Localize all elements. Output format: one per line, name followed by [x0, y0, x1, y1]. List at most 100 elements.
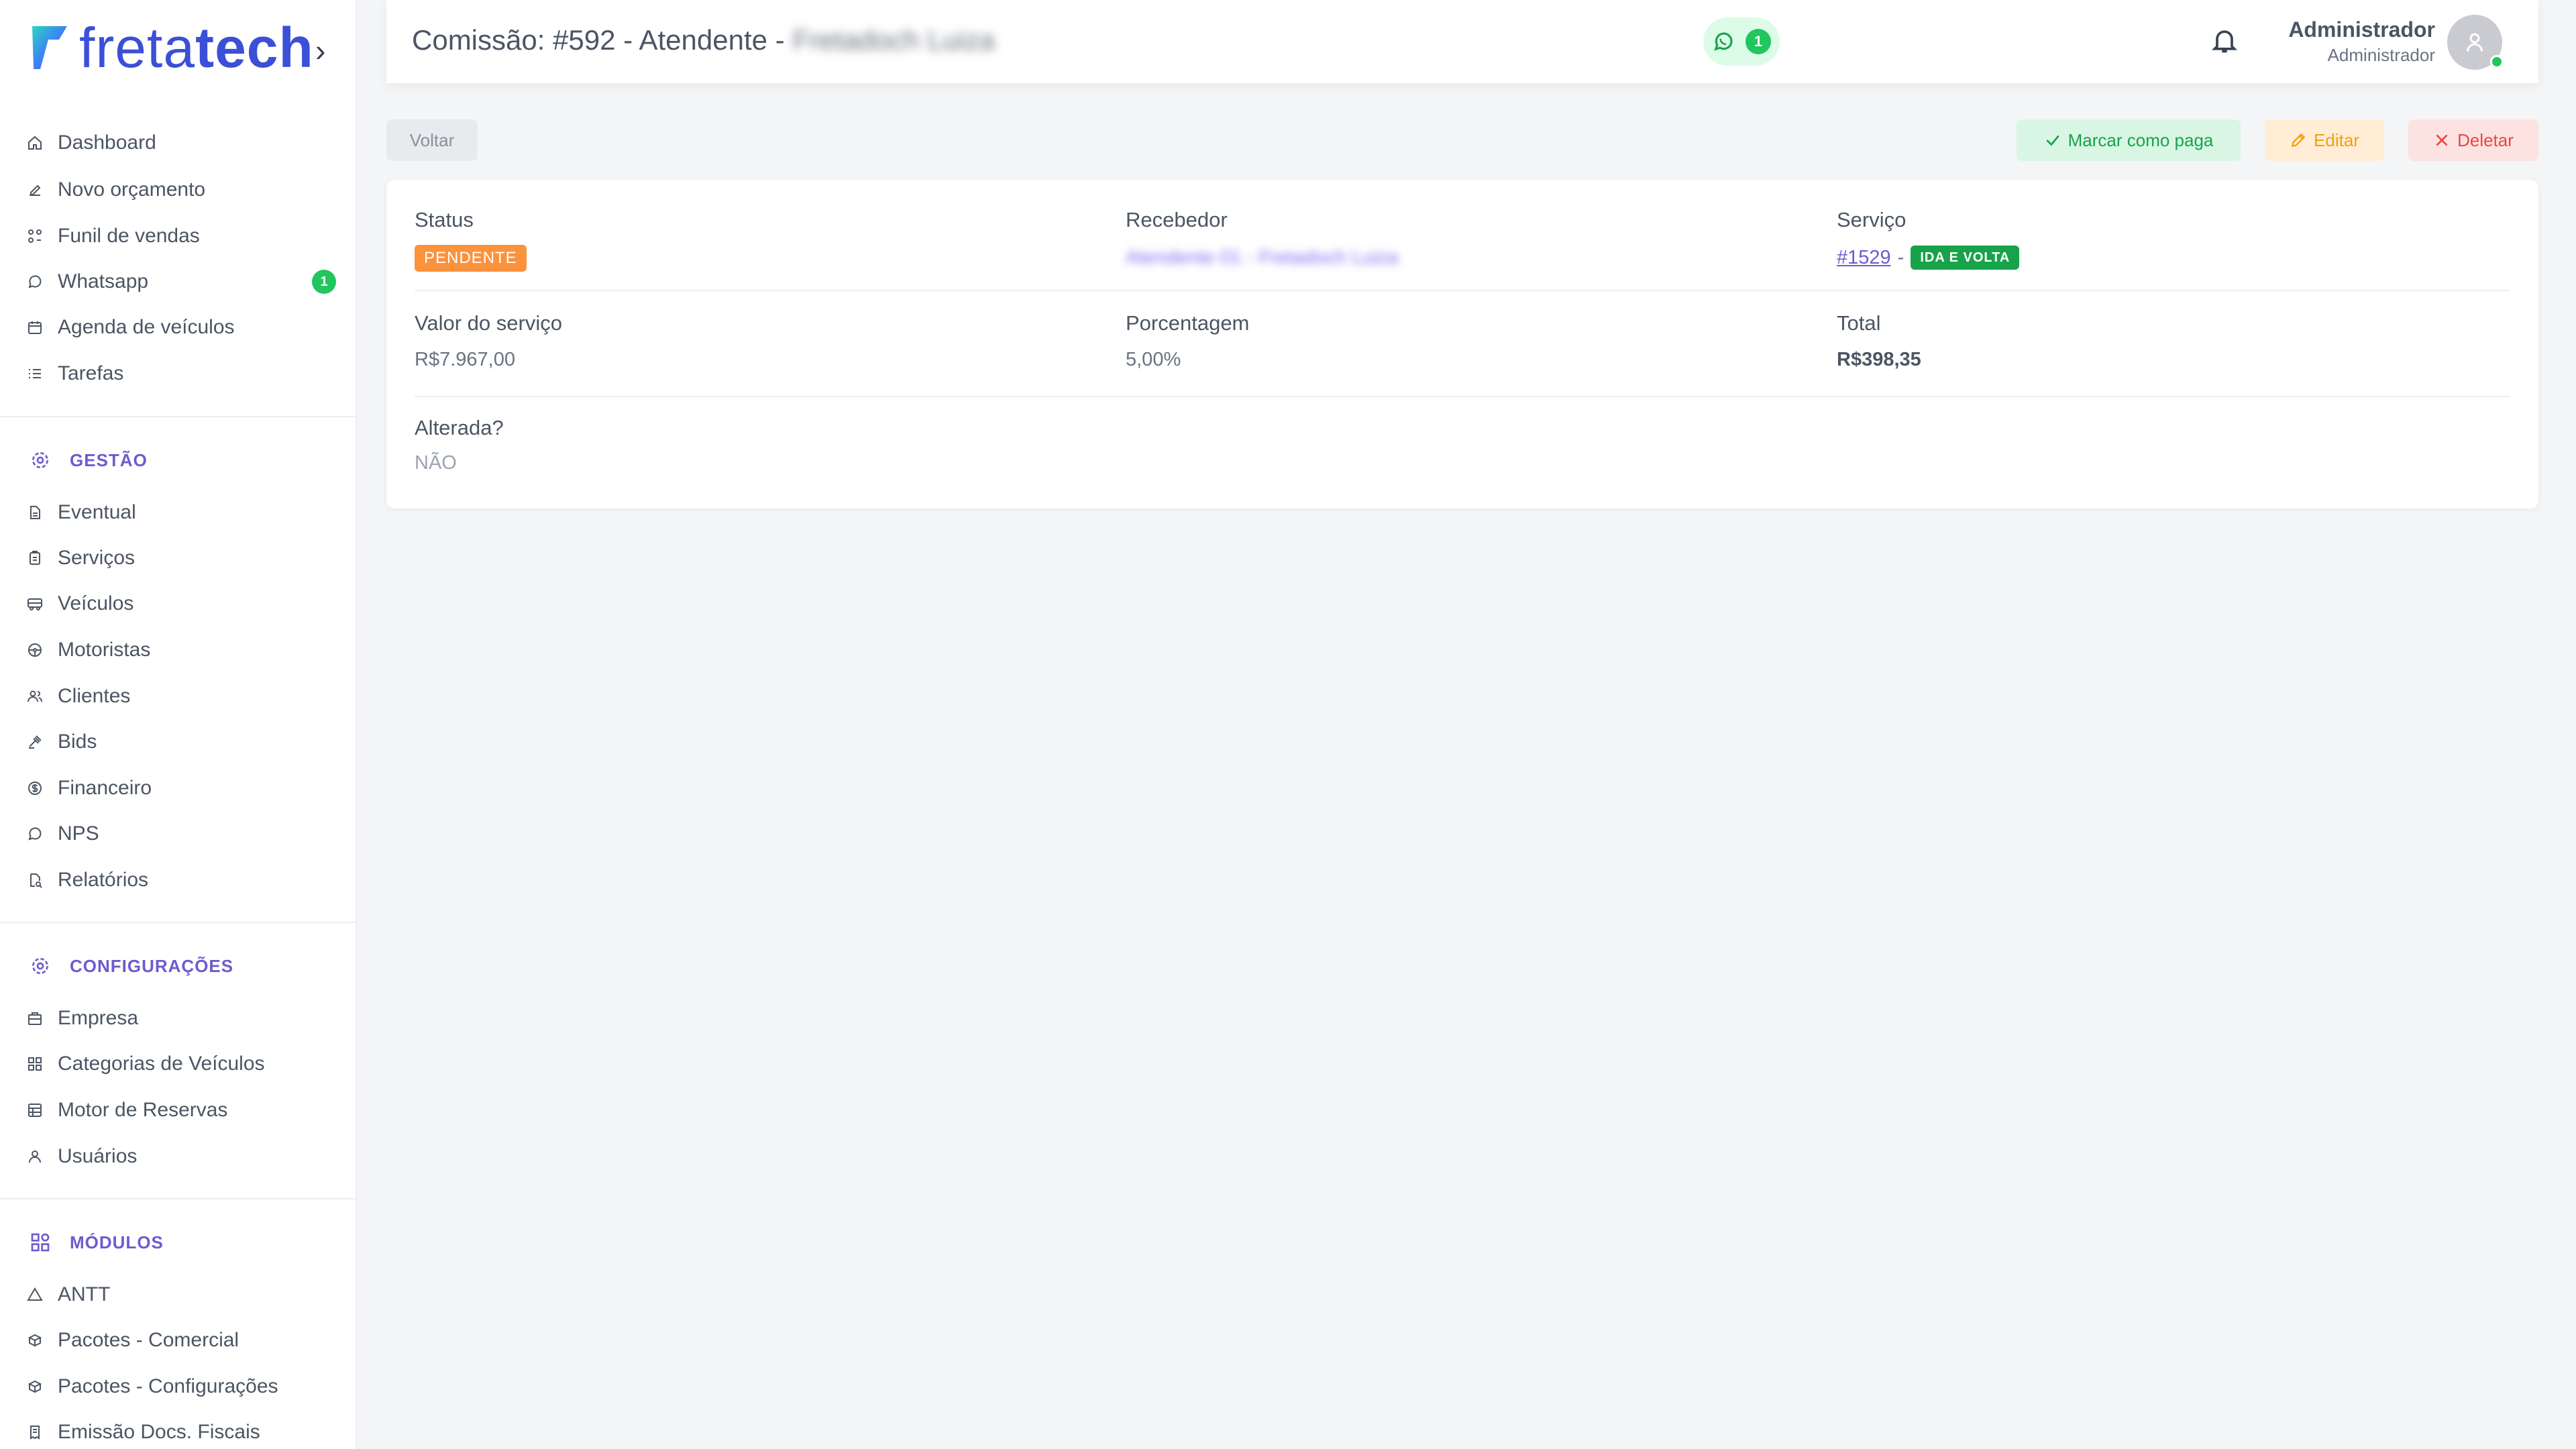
sidebar-item-servicos[interactable]: Serviços	[27, 541, 135, 576]
whatsapp-unread-badge: 1	[312, 270, 336, 294]
section-config-header: CONFIGURAÇÕES	[30, 951, 233, 981]
sidebar-item-tarefas[interactable]: Tarefas	[27, 356, 123, 391]
report-icon	[27, 872, 43, 888]
bell-icon[interactable]	[2210, 25, 2239, 55]
funnel-icon	[27, 228, 43, 244]
top-header: Comissão: #592 - Atendente - Fretadoch Lu…	[386, 0, 2538, 83]
steering-wheel-icon	[27, 642, 43, 658]
sidebar-item-financeiro[interactable]: Financeiro	[27, 771, 152, 806]
service-link[interactable]: #1529	[1837, 247, 1891, 269]
row-divider	[415, 290, 2510, 291]
receiver-link[interactable]: Atendente 01 - Fretadoch Luiza	[1126, 247, 1398, 269]
list-icon	[27, 366, 43, 382]
receiver-label: Recebedor	[1126, 208, 1228, 231]
invoice-icon	[27, 1424, 43, 1440]
gear-icon	[32, 452, 48, 468]
logo-text-part2: tech	[195, 16, 314, 79]
sidebar-item-label: Dashboard	[58, 131, 156, 154]
changed-label: Alterada?	[415, 416, 504, 439]
sidebar-item-novo-orcamento[interactable]: Novo orçamento	[27, 172, 205, 207]
sidebar-item-label: Novo orçamento	[58, 178, 206, 201]
home-icon	[27, 135, 43, 151]
sidebar-item-label: Veículos	[58, 592, 134, 614]
grid-icon	[27, 1056, 43, 1072]
check-icon	[2045, 135, 2059, 146]
app-logo[interactable]: fretatech	[30, 17, 314, 78]
table-icon	[27, 1102, 43, 1118]
service-label: Serviço	[1837, 208, 1907, 231]
sidebar-item-label: NPS	[58, 822, 99, 845]
modules-icon	[31, 1233, 50, 1252]
triangle-icon	[27, 1287, 43, 1303]
delete-button[interactable]: Deletar	[2408, 119, 2538, 161]
sidebar-item-label: Agenda de veículos	[58, 316, 235, 338]
user-info[interactable]: Administrador Administrador	[2288, 17, 2435, 66]
sidebar-item-nps[interactable]: NPS	[27, 816, 99, 851]
clipboard-icon	[27, 550, 43, 566]
sidebar-item-label: Emissão Docs. Fiscais	[58, 1421, 260, 1443]
back-button[interactable]: Voltar	[386, 119, 478, 161]
logo-mark-icon	[32, 26, 67, 69]
sidebar-item-agenda-de-veiculos[interactable]: Agenda de veículos	[27, 310, 235, 345]
sidebar-item-pacotes-configuracoes[interactable]: Pacotes - Configurações	[27, 1369, 278, 1404]
service-value-label: Valor do serviço	[415, 311, 562, 335]
sidebar-item-label: Serviços	[58, 547, 136, 569]
sidebar-item-funil-de-vendas[interactable]: Funil de vendas	[27, 219, 200, 254]
sidebar-item-usuarios[interactable]: Usuários	[27, 1139, 137, 1174]
close-icon	[2436, 134, 2448, 146]
status-label: Status	[415, 208, 474, 231]
sidebar-item-eventual[interactable]: Eventual	[27, 495, 136, 530]
user-avatar-icon	[2467, 33, 2483, 52]
page-title-attendant-name: Fretadoch Luiza	[792, 24, 995, 56]
row-divider	[415, 396, 2510, 397]
mark-paid-label: Marcar como paga	[2068, 129, 2214, 150]
whatsapp-notification-button[interactable]: 1	[1703, 17, 1780, 66]
sidebar-item-motoristas[interactable]: Motoristas	[27, 633, 150, 667]
sidebar-item-whatsapp[interactable]: Whatsapp	[27, 264, 148, 299]
sidebar-item-label: Eventual	[58, 501, 136, 523]
package-settings-icon	[27, 1379, 43, 1395]
dollar-icon	[27, 780, 43, 796]
service-separator: -	[1897, 246, 1904, 268]
total-value: R$398,35	[1837, 349, 1921, 370]
section-config-title: CONFIGURAÇÕES	[70, 955, 234, 976]
sidebar-item-label: Funil de vendas	[58, 225, 200, 247]
page-title-text: Comissão: #592 - Atendente -	[412, 24, 785, 56]
sidebar-divider	[0, 1198, 357, 1199]
sidebar-item-antt[interactable]: ANTT	[27, 1277, 110, 1312]
sidebar-item-label: Relatórios	[58, 869, 149, 891]
status-badge: PENDENTE	[415, 245, 527, 272]
sidebar-item-relatorios[interactable]: Relatórios	[27, 863, 148, 898]
sidebar-item-label: Categorias de Veículos	[58, 1053, 265, 1075]
avatar[interactable]	[2447, 15, 2504, 70]
gear-icon	[32, 958, 48, 974]
whatsapp-icon	[27, 274, 43, 290]
mark-paid-button[interactable]: Marcar como paga	[2017, 119, 2241, 161]
delete-label: Deletar	[2457, 129, 2514, 150]
sidebar-item-pacotes-comercial[interactable]: Pacotes - Comercial	[27, 1323, 239, 1358]
chat-icon	[27, 826, 43, 842]
sidebar-item-bids[interactable]: Bids	[27, 724, 97, 759]
section-modulos-header: MÓDULOS	[30, 1228, 164, 1257]
sidebar-item-label: Empresa	[58, 1007, 139, 1029]
sidebar-item-clientes[interactable]: Clientes	[27, 679, 130, 714]
sidebar-divider	[0, 416, 357, 417]
sidebar-item-motor-de-reservas[interactable]: Motor de Reservas	[27, 1093, 227, 1128]
sidebar-item-label: Pacotes - Configurações	[58, 1375, 278, 1397]
user-role: Administrador	[2327, 45, 2435, 65]
pencil-icon	[2291, 133, 2306, 148]
package-icon	[27, 1332, 43, 1348]
sidebar-item-categorias-de-veiculos[interactable]: Categorias de Veículos	[27, 1046, 265, 1081]
sidebar-item-dashboard[interactable]: Dashboard	[27, 125, 156, 160]
edit-button[interactable]: Editar	[2265, 119, 2384, 161]
sidebar-item-veiculos[interactable]: Veículos	[27, 586, 133, 621]
page-title: Comissão: #592 - Atendente - Fretadoch Lu…	[412, 24, 995, 56]
sidebar-collapse-chevron-icon[interactable]: ›	[315, 32, 325, 68]
sidebar-item-emissao-docs-fiscais[interactable]: Emissão Docs. Fiscais	[27, 1415, 260, 1449]
logo-text-part1: freta	[79, 16, 196, 79]
calendar-icon	[27, 319, 43, 335]
sidebar-item-label: Bids	[58, 731, 97, 753]
sidebar-item-empresa[interactable]: Empresa	[27, 1001, 138, 1036]
sidebar-item-label: Whatsapp	[58, 270, 149, 292]
edit-label: Editar	[2314, 129, 2359, 150]
